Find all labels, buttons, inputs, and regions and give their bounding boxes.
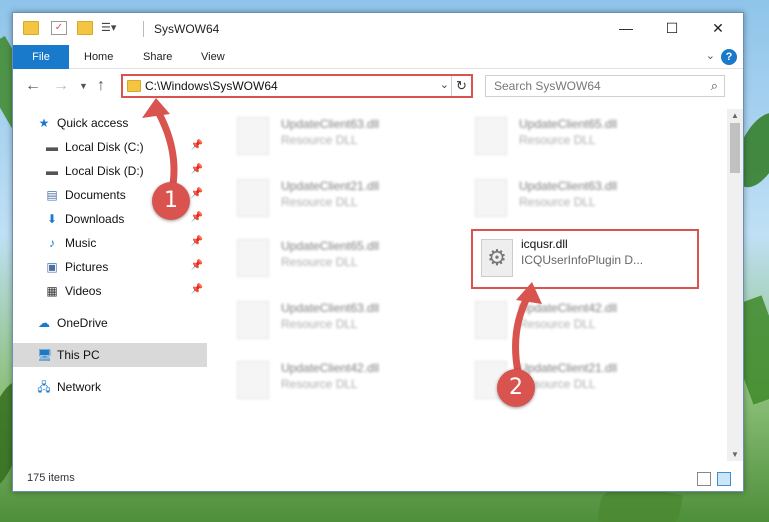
- annotation-arrow-2: [512, 282, 542, 376]
- annotation-marker-2: 2: [497, 369, 535, 407]
- annotation-marker-1: 1: [152, 182, 190, 220]
